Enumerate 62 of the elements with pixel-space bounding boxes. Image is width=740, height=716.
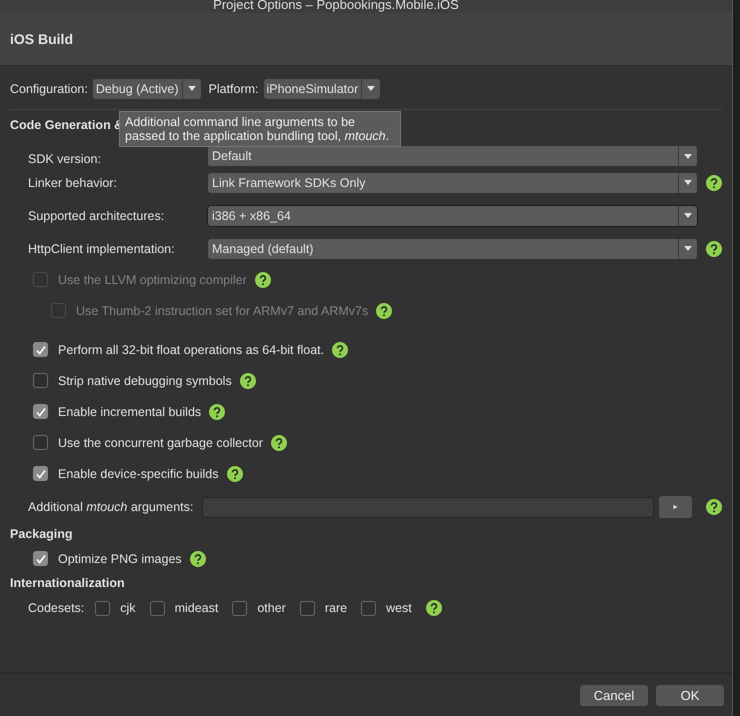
field-label: Supported architectures: xyxy=(28,208,164,222)
checkbox-label: other xyxy=(257,601,286,615)
checkbox[interactable] xyxy=(300,600,315,616)
dropdown[interactable]: Default xyxy=(208,146,697,166)
help-icon[interactable] xyxy=(190,550,206,566)
caret-icon xyxy=(684,154,692,158)
checkbox[interactable] xyxy=(33,373,48,388)
checkbox-label: Enable incremental builds xyxy=(58,404,202,418)
field-label: SDK version: xyxy=(28,152,101,166)
help-icon[interactable] xyxy=(426,600,442,616)
page-title: iOS Build xyxy=(10,31,73,47)
dropdown[interactable]: Managed (default) xyxy=(208,238,697,258)
help-icon[interactable] xyxy=(209,404,226,420)
platform-dropdown[interactable]: iPhoneSimulator xyxy=(264,78,380,98)
section-heading: Packaging xyxy=(10,526,73,543)
checkbox-label: Perform all 32-bit float operations as 64-bit float. xyxy=(58,342,324,356)
checkbox[interactable] xyxy=(33,435,48,450)
help-icon[interactable] xyxy=(254,272,271,288)
dialog-button[interactable]: Cancel xyxy=(580,684,648,706)
checkbox-label: rare xyxy=(324,601,348,615)
field-label: Linker behavior: xyxy=(28,176,117,190)
caret-icon xyxy=(188,86,196,91)
help-icon[interactable] xyxy=(332,342,348,358)
caret-icon xyxy=(684,246,692,251)
checkbox[interactable] xyxy=(33,466,48,481)
field-label: Additional mtouch arguments: xyxy=(28,500,194,514)
help-icon[interactable] xyxy=(226,466,243,482)
help-icon[interactable] xyxy=(376,302,392,318)
dialog-button[interactable]: OK xyxy=(656,684,724,706)
help-icon[interactable] xyxy=(706,499,722,515)
checkbox-label: west xyxy=(386,601,412,615)
checkbox[interactable] xyxy=(150,600,165,616)
checkbox-label: mideast xyxy=(174,601,218,615)
help-icon[interactable] xyxy=(240,372,256,388)
checkbox[interactable] xyxy=(33,404,48,419)
checkbox[interactable] xyxy=(361,600,376,616)
checkbox-label: Strip native debugging symbols xyxy=(58,374,232,388)
caret-icon xyxy=(684,213,692,218)
help-icon[interactable] xyxy=(706,240,722,256)
checkbox-label: Use Thumb-2 instruction set for ARMv7 and ARMv7s xyxy=(76,304,368,318)
configuration-label: Configuration: xyxy=(10,82,88,96)
checkbox-label: cjk xyxy=(120,601,136,615)
checkbox[interactable] xyxy=(33,551,48,566)
checkbox[interactable] xyxy=(95,600,110,616)
configuration-dropdown[interactable]: Debug (Active) xyxy=(92,78,201,98)
checkbox-label: Use the concurrent garbage collector xyxy=(58,436,263,450)
caret-icon xyxy=(684,180,692,185)
checkbox-label: Use the LLVM optimizing compiler xyxy=(58,272,247,286)
section-heading: Internationalization xyxy=(10,575,125,592)
checkbox-label: Enable device-specific builds xyxy=(58,466,219,480)
checkbox-label: Optimize PNG images xyxy=(58,552,182,566)
field-label: HttpClient implementation: xyxy=(28,242,175,256)
help-icon[interactable] xyxy=(270,434,287,450)
dropdown[interactable]: i386 + x86_64 xyxy=(208,206,697,226)
checkbox[interactable] xyxy=(33,342,48,357)
caret-icon xyxy=(367,86,376,91)
tooltip: Additional command line arguments to be passed to the application bundling tool, mtouch. xyxy=(119,111,401,147)
platform-label: Platform: xyxy=(208,82,259,96)
codesets-label: Codesets: xyxy=(28,601,84,615)
dropdown[interactable]: Link Framework SDKs Only xyxy=(208,172,697,192)
help-icon[interactable] xyxy=(706,174,722,190)
checkbox[interactable] xyxy=(232,600,248,616)
